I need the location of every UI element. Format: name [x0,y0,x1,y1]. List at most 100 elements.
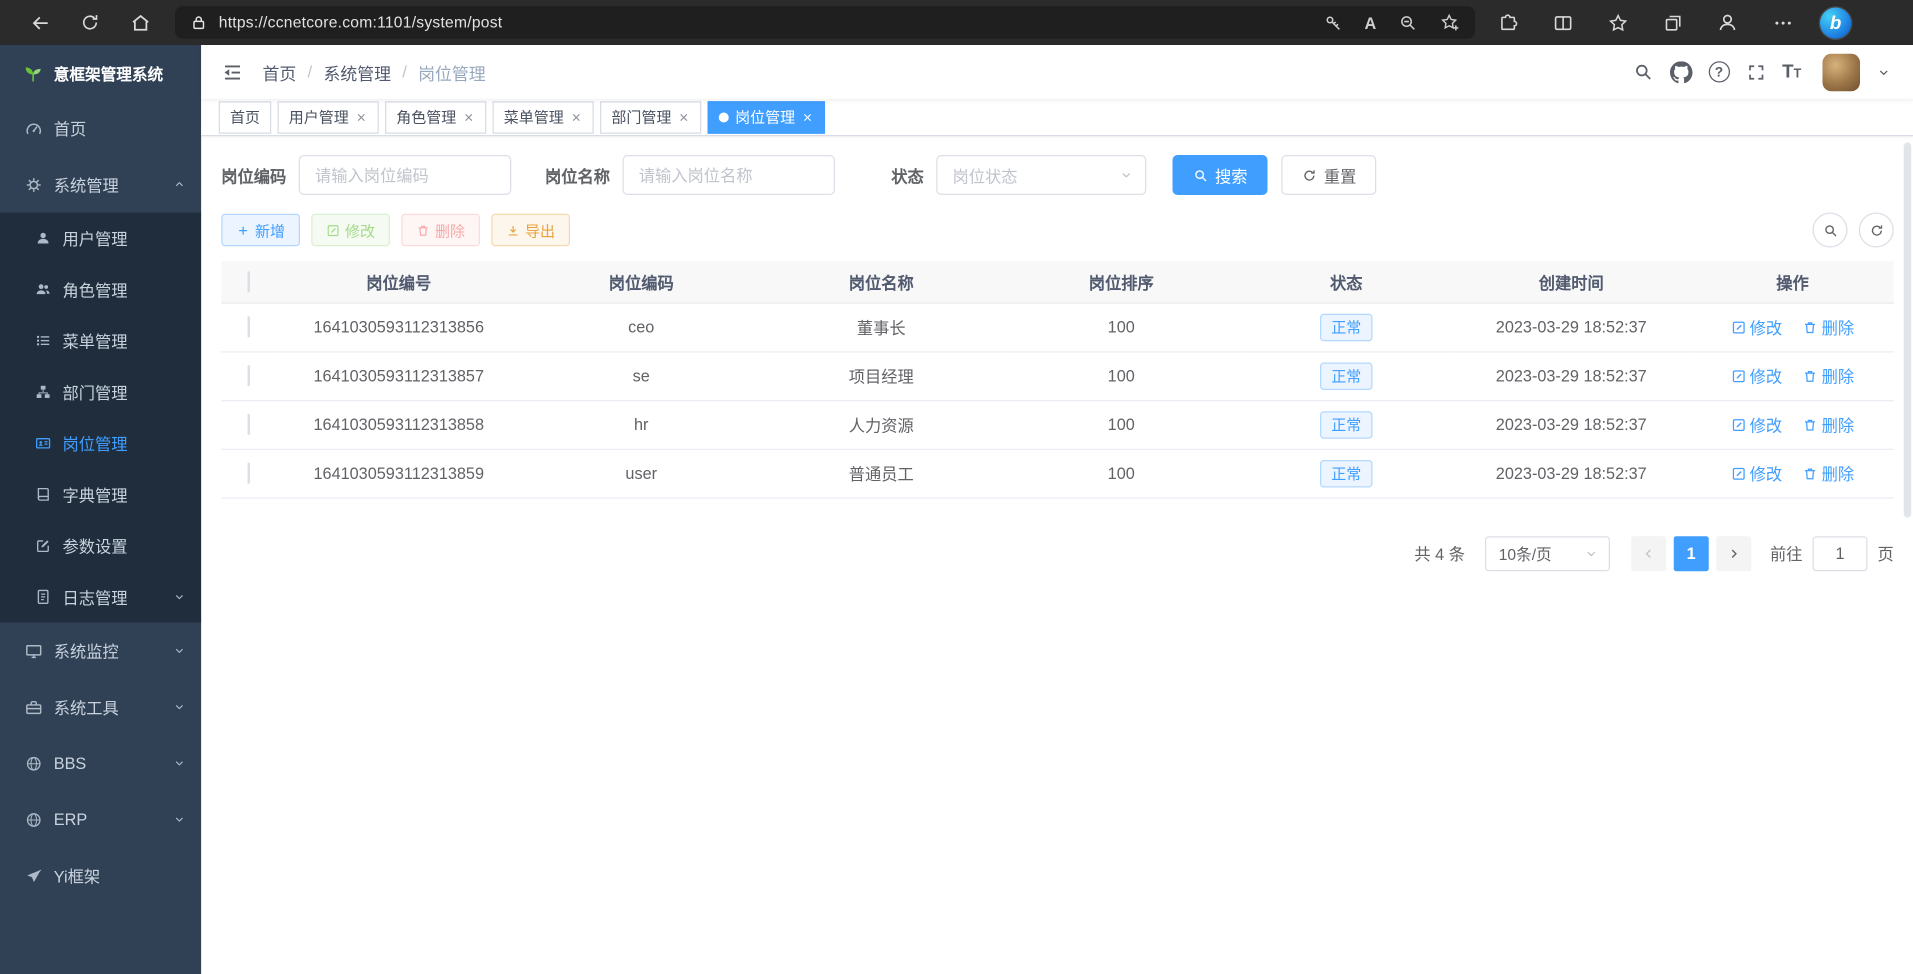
header-search-icon[interactable] [1632,61,1653,82]
next-page-button[interactable] [1716,536,1751,571]
post-code-label: 岗位编码 [221,163,286,187]
cell-post-id: 1641030593112313857 [276,351,521,400]
read-aloud-icon[interactable]: A [1365,13,1377,32]
row-delete-link[interactable]: 删除 [1803,364,1854,388]
refresh-table-button[interactable] [1859,213,1894,248]
globe-icon [25,811,43,829]
sidebar-item-system-tools[interactable]: 系统工具 [0,679,201,735]
user-avatar[interactable] [1823,53,1861,91]
tab-user-mgmt[interactable]: 用户管理 [278,101,379,134]
tab-close-icon[interactable] [570,111,583,124]
browser-profile-icon[interactable] [1700,0,1755,45]
sidebar-item-param-settings[interactable]: 参数设置 [0,520,201,571]
sidebar-item-erp[interactable]: ERP [0,791,201,847]
sidebar-item-role-mgmt[interactable]: 角色管理 [0,264,201,315]
system-submenu: 用户管理 角色管理 菜单管理 部门管理 岗位管理 [0,213,201,623]
page-number-1[interactable]: 1 [1674,536,1709,571]
row-edit-link[interactable]: 修改 [1731,364,1782,388]
tab-role-mgmt[interactable]: 角色管理 [385,101,486,134]
tab-menu-mgmt[interactable]: 菜单管理 [493,101,594,134]
delete-button[interactable]: 删除 [401,214,480,247]
table-row[interactable]: 1641030593112313856 ceo 董事长 100 正常 2023-… [221,303,1894,352]
select-all-checkbox[interactable] [248,271,251,292]
breadcrumb-system[interactable]: 系统管理 [323,59,391,84]
password-key-icon[interactable] [1323,13,1342,32]
browser-home-icon[interactable] [115,0,165,45]
row-delete-link[interactable]: 删除 [1803,315,1854,339]
tabs-bar: 首页 用户管理 角色管理 菜单管理 部门管理 [201,99,1913,137]
show-search-toggle-button[interactable] [1813,213,1848,248]
user-dropdown-caret-icon[interactable] [1876,64,1891,79]
browser-menu-icon[interactable] [1755,0,1810,45]
tab-close-icon[interactable] [678,111,691,124]
status-badge: 正常 [1320,459,1373,487]
font-size-icon[interactable]: TT [1782,63,1801,82]
help-icon[interactable]: ? [1708,61,1729,82]
post-name-input[interactable] [623,155,836,195]
row-checkbox[interactable] [248,365,251,386]
tab-close-icon[interactable] [463,111,476,124]
tab-dept-mgmt[interactable]: 部门管理 [600,101,701,134]
search-button[interactable]: 搜索 [1173,155,1268,195]
table-row[interactable]: 1641030593112313859 user 普通员工 100 正常 202… [221,449,1894,498]
row-checkbox[interactable] [248,316,251,337]
row-checkbox[interactable] [248,414,251,435]
zoom-out-icon[interactable] [1399,13,1418,32]
add-button[interactable]: 新增 [221,214,300,247]
sidebar-item-system-mgmt[interactable]: 系统管理 [0,156,201,212]
sidebar-item-bbs[interactable]: BBS [0,735,201,791]
col-post-code: 岗位编码 [521,261,761,302]
prev-page-button[interactable] [1631,536,1666,571]
favorite-add-icon[interactable] [1440,13,1460,33]
browser-reload-icon[interactable] [65,0,115,45]
sidebar-item-yi-framework[interactable]: Yi框架 [0,848,201,904]
sidebar-item-user-mgmt[interactable]: 用户管理 [0,213,201,264]
fullscreen-icon[interactable] [1746,62,1766,82]
row-edit-link[interactable]: 修改 [1731,461,1782,485]
row-delete-link[interactable]: 删除 [1803,461,1854,485]
trash-icon [1803,368,1818,383]
table-row[interactable]: 1641030593112313858 hr 人力资源 100 正常 2023-… [221,400,1894,449]
address-bar[interactable]: https://ccnetcore.com:1101/system/post A [175,6,1475,39]
split-screen-icon[interactable] [1535,0,1590,45]
github-icon[interactable] [1670,61,1693,84]
search-icon [1193,167,1209,183]
tab-home[interactable]: 首页 [219,101,272,134]
sidebar-item-home[interactable]: 首页 [0,100,201,156]
users-icon [35,281,51,297]
chevron-down-icon [173,700,187,714]
reset-button[interactable]: 重置 [1281,155,1376,195]
status-select[interactable]: 岗位状态 [936,155,1146,195]
sidebar-item-post-mgmt[interactable]: 岗位管理 [0,418,201,469]
page-size-select[interactable]: 10条/页 [1485,536,1610,571]
chevron-up-icon [173,178,187,192]
sidebar-item-dept-mgmt[interactable]: 部门管理 [0,366,201,417]
row-edit-link[interactable]: 修改 [1731,413,1782,437]
row-delete-link[interactable]: 删除 [1803,413,1854,437]
tab-close-icon[interactable] [801,111,814,124]
sidebar-fold-icon[interactable] [221,61,244,84]
sidebar-item-log-mgmt[interactable]: 日志管理 [0,571,201,622]
browser-back-icon[interactable] [15,0,65,45]
sidebar-item-menu-mgmt[interactable]: 菜单管理 [0,315,201,366]
tab-post-mgmt[interactable]: 岗位管理 [708,101,826,134]
breadcrumb-home[interactable]: 首页 [263,59,297,84]
url-text[interactable]: https://ccnetcore.com:1101/system/post [219,14,503,32]
row-checkbox[interactable] [248,463,251,484]
table-row[interactable]: 1641030593112313857 se 项目经理 100 正常 2023-… [221,351,1894,400]
favorites-icon[interactable] [1590,0,1645,45]
edit-button[interactable]: 修改 [311,214,390,247]
goto-page-input[interactable] [1812,536,1867,571]
breadcrumb-current: 岗位管理 [418,59,486,84]
row-edit-link[interactable]: 修改 [1731,315,1782,339]
sidebar-item-dict-mgmt[interactable]: 字典管理 [0,469,201,520]
extensions-icon[interactable] [1480,0,1535,45]
cell-post-name: 项目经理 [761,351,1001,400]
collections-icon[interactable] [1645,0,1700,45]
sidebar-item-system-monitor[interactable]: 系统监控 [0,623,201,679]
post-code-input[interactable] [299,155,512,195]
scrollbar[interactable] [1904,143,1912,518]
export-button[interactable]: 导出 [491,214,570,247]
bing-chat-icon[interactable]: b [1820,7,1851,38]
tab-close-icon[interactable] [355,111,368,124]
